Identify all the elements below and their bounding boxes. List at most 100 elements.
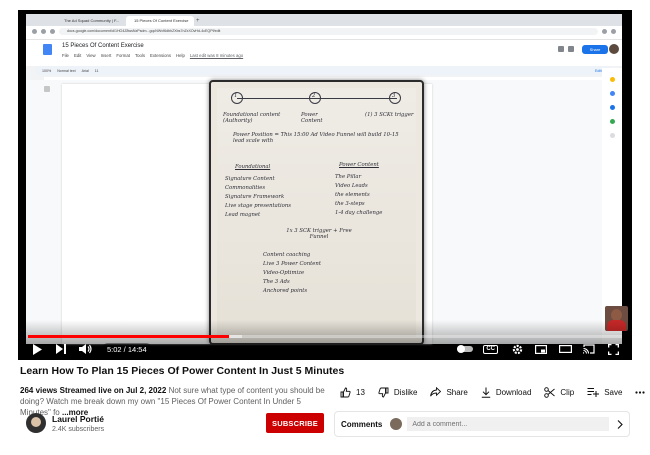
docs-header: 15 Pieces Of Content Exercise File Edit … — [26, 40, 622, 66]
top-label-foundational: Foundational content (Authority) — [223, 112, 281, 124]
gear-icon — [512, 344, 522, 354]
progress-bar[interactable] — [28, 335, 622, 338]
bottom-item: The 3 Ads — [263, 279, 290, 285]
right-item: 1-4 day challenge — [335, 210, 383, 216]
browser-tab-strip: The Ad Squad Community | F... 15 Pieces … — [26, 14, 622, 26]
time-display: 5:02 / 14:54 — [102, 342, 152, 356]
comment-history-icon — [558, 46, 564, 52]
next-button[interactable] — [52, 341, 70, 357]
right-item: Video Leads — [335, 183, 368, 189]
bottom-item: Content coaching — [263, 252, 311, 258]
video-title: Learn How To Plan 15 Pieces Of Power Con… — [20, 365, 345, 377]
bottom-item: Video-Optimize — [263, 270, 305, 276]
share-icon — [430, 387, 442, 397]
cast-icon — [583, 344, 595, 354]
settings-button[interactable] — [508, 341, 526, 357]
download-icon — [481, 387, 491, 398]
fullscreen-icon — [607, 343, 619, 355]
docs-logo-icon — [43, 44, 52, 55]
miniplayer-button[interactable] — [532, 341, 550, 357]
left-item: Live stage presentations — [225, 203, 291, 209]
share-label: Share — [446, 387, 468, 397]
subscribe-button[interactable]: SUBSCRIBE — [266, 413, 324, 433]
stream-date: Streamed live on Jul 2, 2022 — [59, 386, 167, 395]
left-heading: Foundational — [235, 164, 271, 170]
cast-button[interactable] — [580, 341, 598, 357]
share-button[interactable]: Share — [430, 383, 468, 401]
menu-extensions: Extensions — [149, 53, 172, 58]
more-actions-button[interactable] — [635, 383, 646, 401]
bottom-item: Anchored points — [263, 288, 308, 294]
next-icon — [55, 344, 66, 354]
menu-format: Format — [116, 53, 130, 58]
download-button[interactable]: Download — [481, 383, 531, 401]
left-item: Signature Framework — [225, 194, 285, 200]
notebook-photo: 1 2 3 Foundational content (Authority) P… — [209, 80, 424, 345]
notebook-page: 1 2 3 Foundational content (Authority) P… — [217, 88, 416, 337]
fullscreen-button[interactable] — [604, 341, 622, 357]
last-edit-text: Last edit was 8 minutes ago — [189, 53, 244, 58]
bottom-heading: 1x 3 SCK trigger + Free Funnel — [286, 228, 352, 240]
add-on-icon — [609, 133, 615, 138]
like-button[interactable]: 13 — [340, 383, 365, 401]
right-heading: Power Content — [339, 162, 379, 168]
player-controls: 5:02 / 14:54 CC — [28, 341, 622, 357]
style-select: Normal text — [57, 68, 76, 73]
reload-icon — [50, 29, 55, 34]
save-label: Save — [604, 387, 623, 397]
power-position-note: Power Position = This 15:00 Ad Video Fun… — [233, 132, 399, 144]
forward-icon — [41, 29, 46, 34]
clip-button[interactable]: Clip — [544, 383, 574, 401]
captions-button[interactable]: CC — [483, 344, 498, 354]
miniplayer-icon — [535, 344, 547, 354]
doc-title: 15 Pieces Of Content Exercise — [62, 43, 144, 49]
browser-address-bar: docs.google.com/document/d/1HO4Z8wsNzPsd… — [26, 26, 622, 37]
channel-avatar[interactable] — [26, 413, 46, 433]
theater-button[interactable] — [556, 341, 574, 357]
dislike-button[interactable]: Dislike — [378, 383, 417, 401]
tasks-icon — [609, 91, 615, 96]
channel-name[interactable]: Laurel Portié — [52, 414, 104, 424]
top-label-power: Power Content — [301, 112, 323, 124]
autoplay-toggle[interactable] — [457, 345, 474, 353]
docs-share-button: Share — [582, 45, 608, 54]
font-size: 11 — [94, 68, 99, 73]
view-count: 264 views — [20, 386, 58, 395]
save-button[interactable]: Save — [587, 383, 622, 401]
docs-side-panel — [602, 68, 622, 344]
extension-icon — [602, 29, 607, 34]
outline-icon — [44, 86, 50, 92]
browser-tab: The Ad Squad Community | F... — [56, 16, 124, 26]
play-button[interactable] — [28, 341, 46, 357]
volume-button[interactable] — [76, 341, 94, 357]
subscriber-count: 2.4K subscribers — [52, 426, 105, 433]
right-item: the 3-steps — [335, 201, 365, 207]
menu-file: File — [62, 53, 69, 58]
theater-icon — [558, 345, 572, 353]
comment-input[interactable] — [407, 417, 609, 431]
browser-tab-active: 15 Pieces Of Content Exercise — [126, 16, 194, 26]
scissors-icon — [544, 386, 556, 398]
zoom-select: 100% — [42, 68, 52, 73]
right-item: The Pillar — [335, 174, 362, 180]
contacts-icon — [609, 105, 615, 110]
right-item: the elements — [335, 192, 370, 198]
top-label-trigger: (1) 3 SCKt trigger — [365, 112, 414, 118]
font-select: Arial — [81, 68, 89, 73]
menu-help: Help — [176, 53, 185, 58]
menu-tools: Tools — [134, 53, 145, 58]
docs-menu-bar: File Edit View Insert Format Tools Exten… — [62, 53, 243, 58]
more-horizontal-icon — [635, 390, 646, 394]
meet-icon — [568, 46, 574, 52]
left-item: Signature Content — [225, 176, 275, 182]
clip-label: Clip — [560, 387, 575, 397]
menu-insert: Insert — [100, 53, 112, 58]
new-tab-icon: + — [196, 18, 200, 24]
comments-teaser[interactable]: Comments — [334, 411, 630, 437]
video-player[interactable]: The Ad Squad Community | F... 15 Pieces … — [18, 10, 632, 360]
thumbs-down-icon — [378, 387, 389, 397]
url-text: docs.google.com/document/d/1HO4Z8wsNzPsd… — [59, 28, 598, 35]
chevron-right-icon[interactable] — [617, 419, 623, 429]
docs-toolbar: 100% Normal text Arial 11 Editing — [36, 66, 612, 75]
keep-icon — [609, 77, 615, 82]
